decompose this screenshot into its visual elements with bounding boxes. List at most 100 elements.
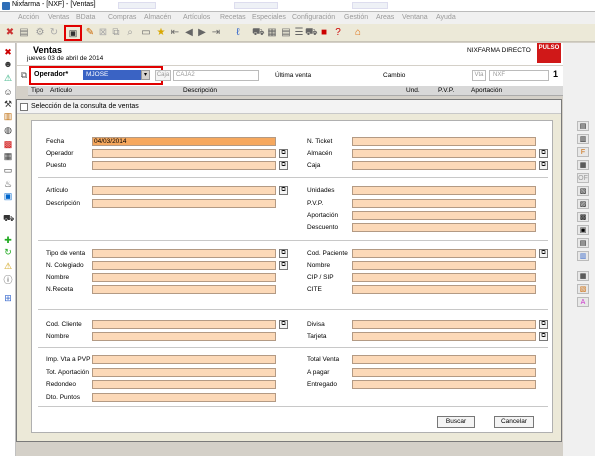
info-icon[interactable]: ⓘ <box>3 275 13 285</box>
caja-field[interactable] <box>352 161 536 170</box>
grid-icon[interactable]: ▦ <box>3 151 13 161</box>
pvp-field[interactable] <box>352 199 536 208</box>
side-btn-10[interactable]: ▦ <box>577 271 589 281</box>
puesto-field[interactable] <box>92 161 276 170</box>
box-icon[interactable]: ▦ <box>266 27 278 39</box>
cancel-button[interactable]: Cancelar <box>494 416 534 428</box>
colegiado-field[interactable] <box>92 261 276 270</box>
nombre-paciente-field[interactable] <box>352 261 536 270</box>
card-icon[interactable]: ▭ <box>3 165 13 175</box>
menu-compras[interactable]: Compras <box>108 14 136 21</box>
next-icon[interactable]: ▶ <box>196 27 208 39</box>
dto-puntos-field[interactable] <box>92 393 276 402</box>
side-btn-7[interactable]: ▣ <box>577 225 589 235</box>
tarjeta-lookup-icon[interactable]: ⧉ <box>539 332 548 341</box>
cod-paciente-field[interactable] <box>352 249 536 258</box>
exit-icon[interactable]: ✖ <box>4 27 16 39</box>
cod-cliente-field[interactable] <box>92 320 276 329</box>
cite-field[interactable] <box>352 285 536 294</box>
operador-field[interactable] <box>92 149 276 158</box>
search-button[interactable]: Buscar <box>437 416 475 428</box>
side-btn-2[interactable]: ▥ <box>577 134 589 144</box>
first-icon[interactable]: ⇤ <box>169 27 181 39</box>
store-icon[interactable]: ⌂ <box>352 27 364 39</box>
find-icon[interactable]: ⌕ <box>124 27 136 39</box>
calendar-icon[interactable]: ▤ <box>280 27 292 39</box>
stop-icon[interactable]: ■ <box>318 27 330 39</box>
cart-icon[interactable]: ⛟ <box>305 27 318 39</box>
cip-field[interactable] <box>352 273 536 282</box>
side-btn-11[interactable]: ▧ <box>577 284 589 294</box>
tot-aportacion-field[interactable] <box>92 368 276 377</box>
drop-icon[interactable]: ♨ <box>3 179 13 189</box>
almacen-lookup-icon[interactable]: ⧉ <box>539 149 548 158</box>
side-btn-5[interactable]: ▨ <box>577 199 589 209</box>
tools-icon[interactable]: ⚒ <box>3 99 13 109</box>
fecha-field[interactable]: 04/03/2014 <box>92 137 276 146</box>
list-icon[interactable]: ☰ <box>293 27 305 39</box>
paciente-lookup-icon[interactable]: ⧉ <box>539 249 548 258</box>
delete-icon[interactable]: ⊠ <box>97 27 109 39</box>
menu-gestion[interactable]: Gestión <box>344 14 368 21</box>
side-btn-9[interactable]: ▥ <box>577 251 589 261</box>
side-btn-8[interactable]: ▤ <box>577 238 589 248</box>
plus-icon[interactable]: ✚ <box>3 235 13 245</box>
user-icon[interactable]: ☻ <box>3 59 13 69</box>
car-icon[interactable]: ⛟ <box>252 27 265 39</box>
menu-ventas[interactable]: Ventas <box>48 14 69 21</box>
menu-recetas[interactable]: Recetas <box>220 14 246 21</box>
side-btn-a[interactable]: A <box>577 297 589 307</box>
lock-icon[interactable]: ⧉ <box>19 70 29 80</box>
box-red-icon[interactable]: ▩ <box>3 139 13 149</box>
sync-icon[interactable]: ↻ <box>3 247 13 257</box>
caja-select[interactable]: CAJA2 <box>173 70 259 81</box>
refresh-icon[interactable]: ↻ <box>48 27 60 39</box>
articulo-field[interactable] <box>92 186 276 195</box>
menu-configuracion[interactable]: Configuración <box>292 14 335 21</box>
tipo-venta-field[interactable] <box>92 249 276 258</box>
nombre-cliente-field[interactable] <box>92 332 276 341</box>
menu-bdata[interactable]: BData <box>76 14 95 21</box>
star-icon[interactable]: ★ <box>155 27 167 39</box>
globe-icon[interactable]: ◍ <box>3 125 13 135</box>
vta-button[interactable]: Vta <box>472 70 486 81</box>
last-icon[interactable]: ⇥ <box>210 27 222 39</box>
nombre-medico-field[interactable] <box>92 273 276 282</box>
colegiado-lookup-icon[interactable]: ⧉ <box>279 261 288 270</box>
descuento-field[interactable] <box>352 223 536 232</box>
menu-articulos[interactable]: Artículos <box>183 14 210 21</box>
caja-lookup-icon[interactable]: ⧉ <box>539 161 548 170</box>
menu-ventana[interactable]: Ventana <box>402 14 428 21</box>
aportacion-field[interactable] <box>352 211 536 220</box>
side-btn-6[interactable]: ▩ <box>577 212 589 222</box>
edit-icon[interactable]: ✎ <box>84 27 96 39</box>
close-icon[interactable]: ✖ <box>3 47 13 57</box>
menu-areas[interactable]: Areas <box>376 14 394 21</box>
total-venta-field[interactable] <box>352 355 536 364</box>
register-icon[interactable]: ▥ <box>3 111 13 121</box>
divisa-field[interactable] <box>352 320 536 329</box>
caja-button[interactable]: Caja <box>155 70 171 81</box>
receta-field[interactable] <box>92 285 276 294</box>
puesto-lookup-icon[interactable]: ⧉ <box>279 161 288 170</box>
menu-especiales[interactable]: Especiales <box>252 14 286 21</box>
help-icon[interactable]: ℓ <box>232 27 244 39</box>
cliente-lookup-icon[interactable]: ⧉ <box>279 320 288 329</box>
cart2-icon[interactable]: ⛟ <box>3 213 14 223</box>
divisa-lookup-icon[interactable]: ⧉ <box>539 320 548 329</box>
operador-lookup-icon[interactable]: ⧉ <box>279 149 288 158</box>
a-pagar-field[interactable] <box>352 368 536 377</box>
alert-icon[interactable]: ⚠ <box>3 73 13 83</box>
almacen-field[interactable] <box>352 149 536 158</box>
side-btn-f[interactable]: F <box>577 147 589 157</box>
unidades-field[interactable] <box>352 186 536 195</box>
menu-accion[interactable]: Acción <box>18 14 39 21</box>
warning-icon[interactable]: ⚠ <box>3 261 13 271</box>
settings-icon[interactable]: ⚙ <box>34 27 46 39</box>
network-icon[interactable]: ⊞ <box>3 293 13 303</box>
person-icon[interactable]: ☺ <box>3 87 13 97</box>
imp-vta-field[interactable] <box>92 355 276 364</box>
menu-ayuda[interactable]: Ayuda <box>436 14 456 21</box>
entregado-field[interactable] <box>352 380 536 389</box>
menu-almacen[interactable]: Almacén <box>144 14 171 21</box>
